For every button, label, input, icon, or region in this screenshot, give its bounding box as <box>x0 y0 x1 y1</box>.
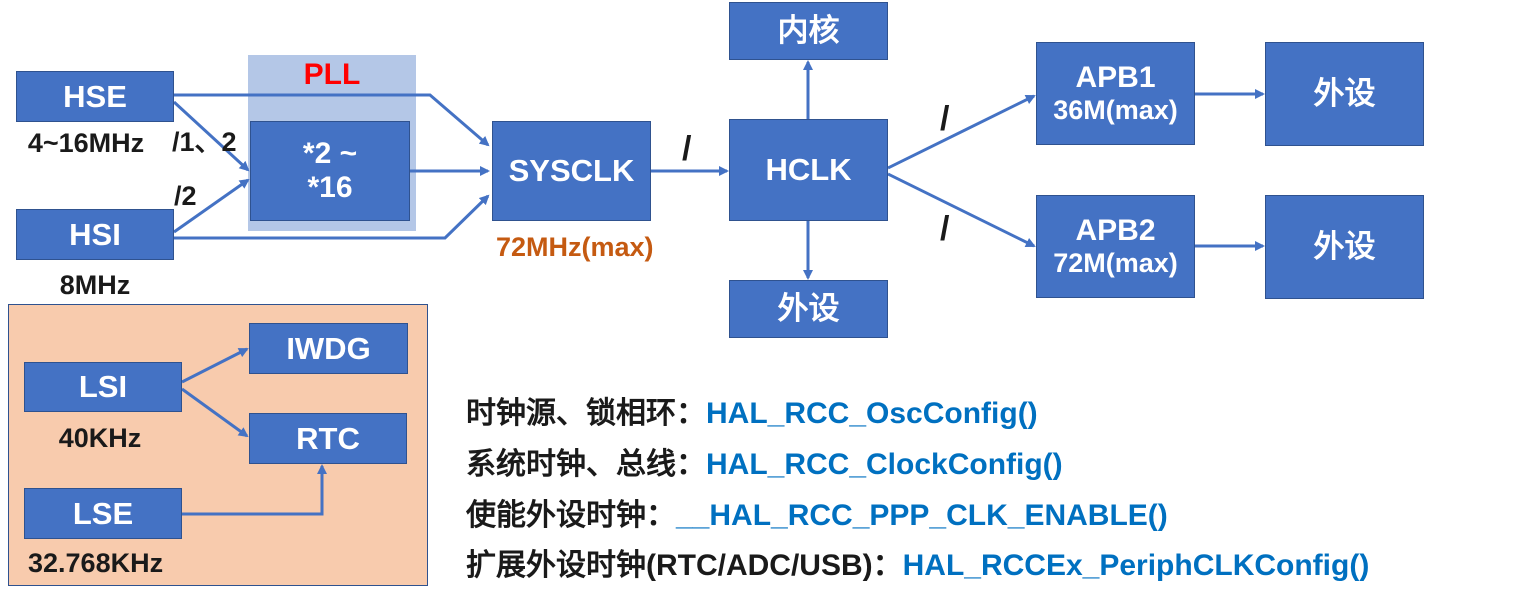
hse-divider: /1、2 <box>172 127 237 157</box>
sysclk-label: SYSCLK <box>508 153 635 189</box>
arrow-lsi-iwdg <box>181 347 249 384</box>
hsi-freq: 8MHz <box>59 270 131 300</box>
api-item-clk-enable: 使能外设时钟：__HAL_RCC_PPP_CLK_ENABLE() <box>466 490 1168 534</box>
pll-multiplier-text: *2 ~ *16 <box>302 136 358 205</box>
sysclk-divider: / <box>682 130 692 168</box>
pll-title: PLL <box>303 58 361 91</box>
lsi-box: LSI <box>24 362 182 412</box>
apb2-box: APB2 72M(max) <box>1036 195 1195 298</box>
ahb-periph-box: 外设 <box>729 280 888 338</box>
arrow-lsi-rtc <box>181 387 249 438</box>
api-func: HAL_RCC_OscConfig() <box>706 397 1038 430</box>
rtc-box: RTC <box>249 413 407 464</box>
rtc-label: RTC <box>296 420 360 456</box>
apb2-label: APB2 <box>1075 213 1156 247</box>
hsi-divider: /2 <box>174 181 197 211</box>
lse-box: LSE <box>24 488 182 539</box>
api-desc: 扩展外设时钟(RTC/ADC/USB)： <box>466 549 903 582</box>
lse-freq: 32.768KHz <box>28 548 164 578</box>
iwdg-box: IWDG <box>249 323 408 374</box>
apb2-freq: 72M(max) <box>1053 248 1178 279</box>
lsi-freq: 40KHz <box>58 423 142 453</box>
apb2-divider: / <box>940 210 950 248</box>
api-desc: 系统时钟、总线： <box>466 448 706 481</box>
api-func: HAL_RCCEx_PeriphCLKConfig() <box>902 549 1370 582</box>
api-desc: 时钟源、锁相环： <box>466 397 706 430</box>
apb1-periph-label: 外设 <box>1313 76 1376 112</box>
apb1-label: APB1 <box>1075 60 1156 94</box>
hclk-box: HCLK <box>729 119 888 221</box>
core-label: 内核 <box>777 13 840 49</box>
lse-label: LSE <box>72 495 134 531</box>
apb2-periph-label: 外设 <box>1313 229 1376 265</box>
sysclk-freq: 72MHz(max) <box>496 232 654 262</box>
arrow-lse-rtc <box>182 464 327 516</box>
hsi-box: HSI <box>16 209 174 260</box>
api-func: __HAL_RCC_PPP_CLK_ENABLE() <box>676 499 1168 532</box>
core-box: 内核 <box>729 2 888 60</box>
lsi-label: LSI <box>78 369 128 405</box>
hse-freq: 4~16MHz <box>27 128 145 158</box>
arrow-hclk-apb2 <box>887 172 1036 248</box>
hse-box: HSE <box>16 71 174 122</box>
ahb-periph-label: 外设 <box>777 291 840 327</box>
iwdg-label: IWDG <box>286 330 371 366</box>
api-item-clock-config: 系统时钟、总线：HAL_RCC_ClockConfig() <box>466 439 1063 483</box>
api-item-periph-clk-config: 扩展外设时钟(RTC/ADC/USB)：HAL_RCCEx_PeriphCLKC… <box>466 540 1369 584</box>
apb1-freq: 36M(max) <box>1053 95 1178 126</box>
api-func: HAL_RCC_ClockConfig() <box>706 448 1063 481</box>
apb1-box: APB1 36M(max) <box>1036 42 1195 145</box>
api-item-osc-config: 时钟源、锁相环：HAL_RCC_OscConfig() <box>466 388 1038 432</box>
api-desc: 使能外设时钟： <box>466 499 676 532</box>
pll-multiplier-box: *2 ~ *16 <box>250 121 410 221</box>
arrow-hclk-apb1 <box>887 94 1036 170</box>
hsi-label: HSI <box>69 216 121 252</box>
hse-label: HSE <box>63 78 127 114</box>
apb2-periph-box: 外设 <box>1265 195 1424 299</box>
hclk-label: HCLK <box>765 152 852 188</box>
apb1-periph-box: 外设 <box>1265 42 1424 146</box>
apb1-divider: / <box>940 100 950 138</box>
sysclk-box: SYSCLK <box>492 121 651 221</box>
